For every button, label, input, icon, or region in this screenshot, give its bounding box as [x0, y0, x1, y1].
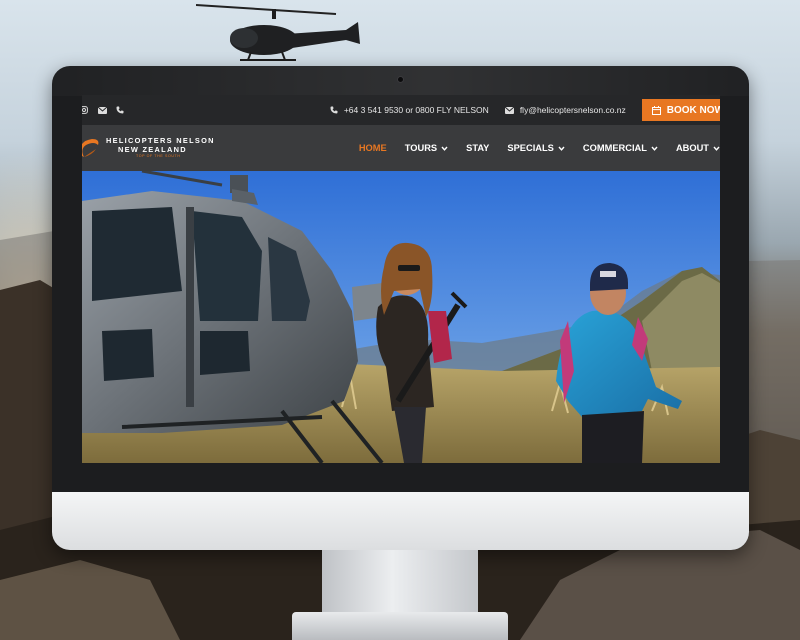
nav-item-tours[interactable]: TOURS: [405, 143, 448, 153]
instagram-icon[interactable]: [82, 105, 89, 115]
nav-item-label: SPECIALS: [507, 143, 554, 153]
mail-icon: [504, 106, 514, 114]
monitor-foot: [292, 612, 508, 640]
email-text: fly@helicoptersnelson.co.nz: [519, 105, 626, 115]
nav-item-label: TOURS: [404, 143, 438, 153]
website-screen: +64 3 541 9530 or 0800 FLY NELSON fly@he…: [82, 95, 720, 463]
site-logo[interactable]: HELICOPTERS NELSON NEW ZEALAND TOP OF TH…: [82, 135, 215, 161]
chevron-down-icon: [651, 146, 658, 151]
chevron-down-icon: [713, 146, 720, 151]
book-now-label: BOOK NOW: [666, 104, 720, 116]
phone-contact[interactable]: +64 3 541 9530 or 0800 FLY NELSON: [330, 105, 489, 115]
logo-line-2: NEW ZEALAND: [118, 144, 187, 154]
nav-item-label: STAY: [466, 143, 490, 153]
main-navigation: HELICOPTERS NELSON NEW ZEALAND TOP OF TH…: [82, 125, 720, 171]
top-contact-bar: +64 3 541 9530 or 0800 FLY NELSON fly@he…: [82, 95, 720, 125]
hero-image: [82, 171, 720, 463]
monitor-chin: [52, 492, 749, 550]
logo-tagline: TOP OF THE SOUTH: [136, 154, 181, 159]
monitor-stand: [322, 550, 478, 620]
nav-item-commercial[interactable]: COMMERCIAL: [583, 143, 658, 153]
logo-swirl-icon: [82, 139, 99, 157]
nav-menu: HOME TOURS STAY SPECIALS COMMERCIAL ABOU…: [359, 125, 720, 171]
nav-item-specials[interactable]: SPECIALS: [507, 143, 565, 153]
nav-item-stay[interactable]: STAY: [466, 143, 489, 153]
nav-item-about[interactable]: ABOUT: [676, 143, 720, 153]
helicopter-flying-icon: [196, 4, 360, 61]
nav-item-home[interactable]: HOME: [359, 143, 387, 153]
mail-icon[interactable]: [97, 105, 107, 115]
webcam-icon: [397, 76, 404, 83]
email-contact[interactable]: fly@helicoptersnelson.co.nz: [504, 105, 626, 115]
phone-icon[interactable]: [115, 105, 125, 115]
book-now-button[interactable]: BOOK NOW: [641, 99, 720, 121]
phone-text: +64 3 541 9530 or 0800 FLY NELSON: [343, 105, 489, 115]
logo-line-1: HELICOPTERS NELSON: [106, 136, 215, 146]
social-icons: [82, 105, 125, 115]
chevron-down-icon: [558, 146, 565, 151]
calendar-icon: [651, 105, 661, 115]
nav-item-label: COMMERCIAL: [582, 143, 647, 153]
phone-icon: [330, 106, 338, 114]
nav-item-label: ABOUT: [675, 143, 709, 153]
chevron-down-icon: [441, 146, 448, 151]
nav-item-label: HOME: [358, 143, 387, 153]
